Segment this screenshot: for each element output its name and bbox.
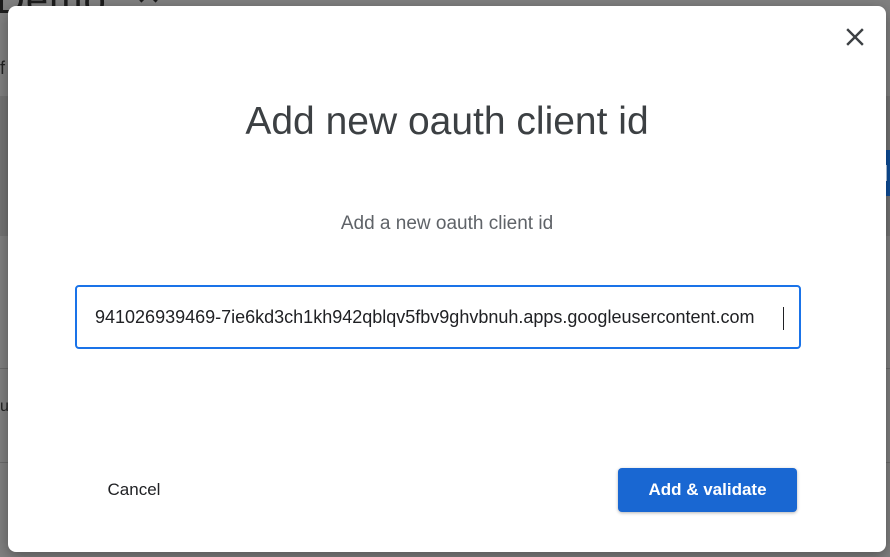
close-icon <box>846 28 864 46</box>
close-button[interactable] <box>840 22 870 52</box>
dialog-title: Add new oauth client id <box>245 100 649 143</box>
add-validate-button[interactable]: Add & validate <box>618 468 797 512</box>
text-cursor <box>783 307 784 330</box>
add-oauth-client-dialog: Add new oauth client id Add a new oauth … <box>8 6 886 552</box>
client-id-input[interactable] <box>77 287 799 347</box>
dialog-subtitle: Add a new oauth client id <box>340 213 554 234</box>
client-id-field[interactable] <box>75 285 801 349</box>
background-text-fragment: f <box>0 58 6 78</box>
cancel-button[interactable]: Cancel <box>84 468 184 512</box>
